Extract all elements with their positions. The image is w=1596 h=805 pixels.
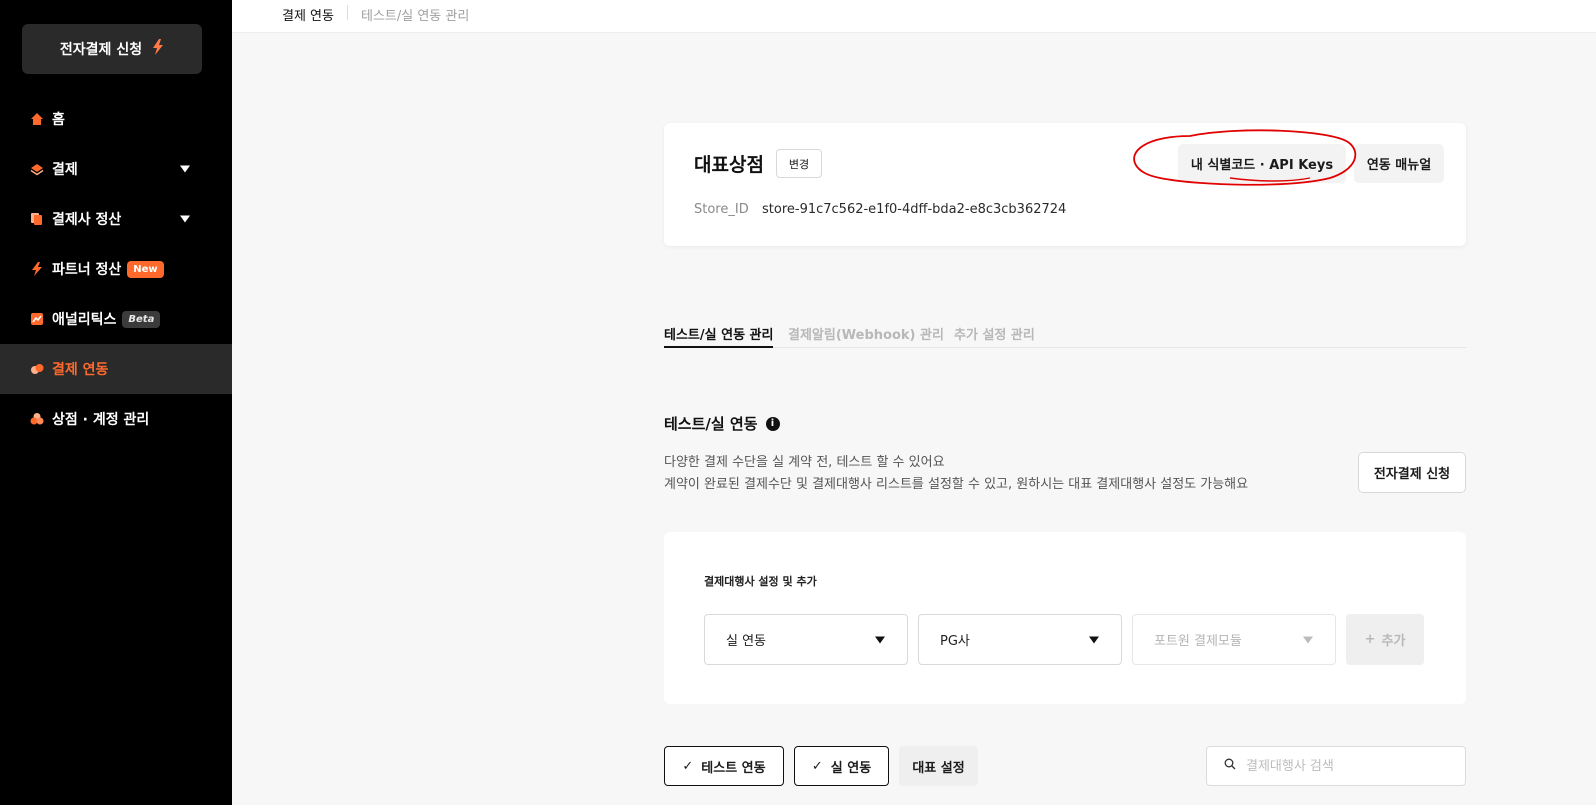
sidebar-item-label: 결제 연동 bbox=[52, 362, 109, 378]
add-pg-button[interactable]: + 추가 bbox=[1346, 614, 1424, 665]
tab-webhook[interactable]: 결제알림(Webhook) 관리 bbox=[788, 324, 944, 348]
sidebar-item-label: 홈 bbox=[52, 112, 65, 128]
api-keys-button[interactable]: 내 식별코드 · API Keys bbox=[1178, 144, 1346, 183]
pg-search-box bbox=[1206, 746, 1466, 786]
section-description-1: 다양한 결제 수단을 실 계약 전, 테스트 할 수 있어요 bbox=[664, 455, 945, 470]
store-id-value: store-91c7c562-e1f0-4dff-bda2-e8c3cb3627… bbox=[762, 202, 1067, 217]
live-filter-label: 실 연동 bbox=[830, 760, 872, 776]
bolt-icon bbox=[30, 262, 44, 276]
section-title: 테스트/실 연동 i bbox=[664, 413, 780, 434]
live-filter-chip[interactable]: ✓ 실 연동 bbox=[794, 746, 889, 786]
sidebar-item-partner-settlement[interactable]: 파트너 정산 New bbox=[0, 244, 232, 294]
add-pg-label: 추가 bbox=[1381, 634, 1406, 649]
store-id-label: Store_ID bbox=[694, 202, 749, 217]
store-icon bbox=[30, 412, 44, 426]
pg-select[interactable]: PG사 bbox=[918, 614, 1122, 665]
change-store-button[interactable]: 변경 bbox=[776, 149, 822, 178]
sidebar: 전자결제 신청 홈 결제 결제사 정산 파트너 정산 New 애널리틱스 Bet… bbox=[0, 0, 232, 805]
sidebar-item-integration[interactable]: 결제 연동 bbox=[0, 344, 232, 394]
sidebar-item-store-account[interactable]: 상점 · 계정 관리 bbox=[0, 394, 232, 444]
store-title: 대표상점 bbox=[694, 154, 764, 176]
home-icon bbox=[30, 112, 44, 126]
sidebar-item-label: 결제사 정산 bbox=[52, 212, 122, 228]
apply-payment-button-main[interactable]: 전자결제 신청 bbox=[1358, 452, 1466, 493]
sidebar-item-label: 상점 · 계정 관리 bbox=[52, 412, 150, 428]
new-badge: New bbox=[127, 260, 164, 278]
check-icon: ✓ bbox=[811, 758, 823, 774]
tab-extra-settings[interactable]: 추가 설정 관리 bbox=[954, 324, 1035, 348]
beta-badge: Beta bbox=[122, 310, 161, 328]
integration-manual-button[interactable]: 연동 매뉴얼 bbox=[1354, 144, 1444, 183]
tab-test-live[interactable]: 테스트/실 연동 관리 bbox=[664, 324, 774, 348]
search-icon bbox=[1224, 758, 1236, 774]
sidebar-item-settlement[interactable]: 결제사 정산 bbox=[0, 194, 232, 244]
document-icon bbox=[30, 212, 44, 226]
module-select-placeholder: 포트원 결제모듈 bbox=[1154, 634, 1242, 649]
bolt-icon bbox=[152, 39, 164, 59]
breadcrumb-current: 테스트/실 연동 관리 bbox=[361, 9, 470, 24]
sidebar-item-payment[interactable]: 결제 bbox=[0, 144, 232, 194]
sidebar-item-label: 애널리틱스 bbox=[52, 312, 117, 328]
sidebar-nav: 홈 결제 결제사 정산 파트너 정산 New 애널리틱스 Beta 결제 연동 bbox=[0, 94, 232, 444]
sidebar-item-home[interactable]: 홈 bbox=[0, 94, 232, 144]
test-filter-label: 테스트 연동 bbox=[701, 760, 766, 776]
breadcrumb-divider bbox=[347, 5, 348, 20]
module-select[interactable]: 포트원 결제모듈 bbox=[1132, 614, 1336, 665]
chevron-down-icon bbox=[1089, 636, 1099, 643]
mode-select-value: 실 연동 bbox=[726, 634, 767, 649]
pg-select-value: PG사 bbox=[940, 634, 970, 649]
pg-settings-panel: 결제대행사 설정 및 추가 실 연동 PG사 포트원 결제모듈 + 추가 bbox=[664, 532, 1466, 704]
chevron-down-icon[interactable] bbox=[180, 215, 190, 223]
top-header: 결제 연동 테스트/실 연동 관리 bbox=[232, 0, 1596, 33]
sidebar-item-label: 결제 bbox=[52, 162, 78, 178]
check-icon: ✓ bbox=[682, 758, 694, 774]
test-filter-chip[interactable]: ✓ 테스트 연동 bbox=[664, 746, 784, 786]
link-icon bbox=[30, 362, 44, 376]
apply-payment-button[interactable]: 전자결제 신청 bbox=[22, 24, 202, 74]
store-card: 대표상점 변경 Store_ID store-91c7c562-e1f0-4df… bbox=[664, 123, 1466, 246]
plus-icon: + bbox=[1364, 632, 1376, 647]
set-representative-button[interactable]: 대표 설정 bbox=[899, 746, 978, 786]
section-title-text: 테스트/실 연동 bbox=[664, 415, 758, 433]
pg-search-input[interactable] bbox=[1246, 758, 1446, 774]
breadcrumb-parent[interactable]: 결제 연동 bbox=[282, 5, 334, 24]
apply-payment-label: 전자결제 신청 bbox=[59, 42, 143, 58]
chevron-down-icon bbox=[1303, 636, 1313, 643]
sidebar-item-label: 파트너 정산 bbox=[52, 262, 122, 278]
layers-icon bbox=[30, 162, 44, 176]
section-description-2: 계약이 완료된 결제수단 및 결제대행사 리스트를 설정할 수 있고, 원하시는… bbox=[664, 477, 1249, 492]
integration-tabs: 테스트/실 연동 관리 결제알림(Webhook) 관리 추가 설정 관리 bbox=[664, 320, 1466, 348]
pg-settings-label: 결제대행사 설정 및 추가 bbox=[704, 575, 817, 588]
info-icon[interactable]: i bbox=[765, 416, 780, 431]
chevron-down-icon bbox=[875, 636, 885, 643]
chart-icon bbox=[30, 312, 44, 326]
chevron-down-icon[interactable] bbox=[180, 165, 190, 173]
mode-select[interactable]: 실 연동 bbox=[704, 614, 908, 665]
sidebar-item-analytics[interactable]: 애널리틱스 Beta bbox=[0, 294, 232, 344]
